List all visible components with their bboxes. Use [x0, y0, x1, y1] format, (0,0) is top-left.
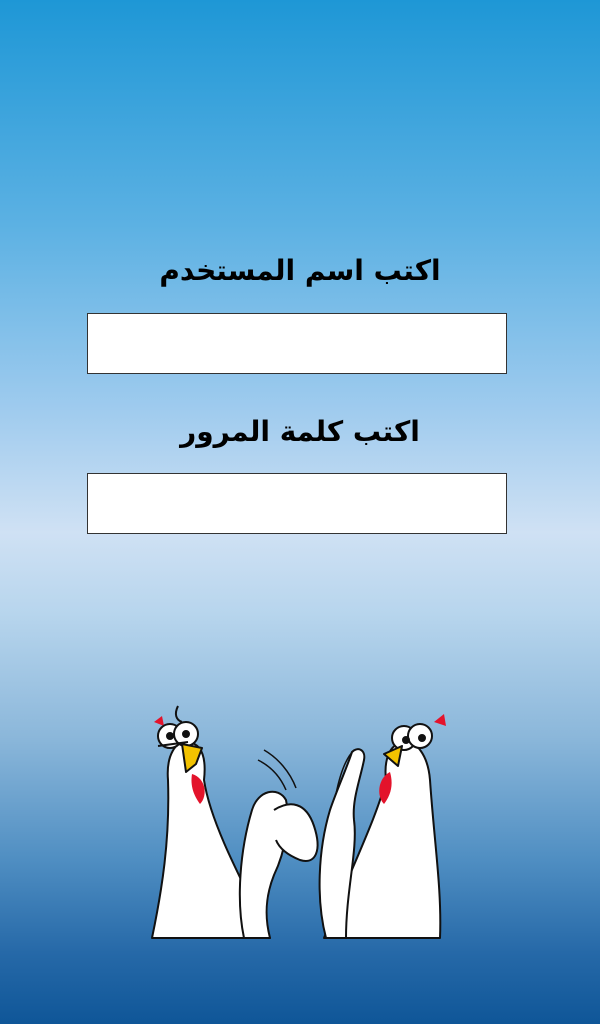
- username-input[interactable]: [87, 313, 507, 374]
- left-chicken: [151, 705, 319, 939]
- password-label: اكتب كلمة المرور: [180, 415, 420, 448]
- username-label: اكتب اسم المستخدم: [159, 254, 441, 287]
- password-input[interactable]: [87, 473, 507, 534]
- right-chicken: [318, 714, 446, 939]
- high-five-chickens-illustration: [151, 705, 446, 939]
